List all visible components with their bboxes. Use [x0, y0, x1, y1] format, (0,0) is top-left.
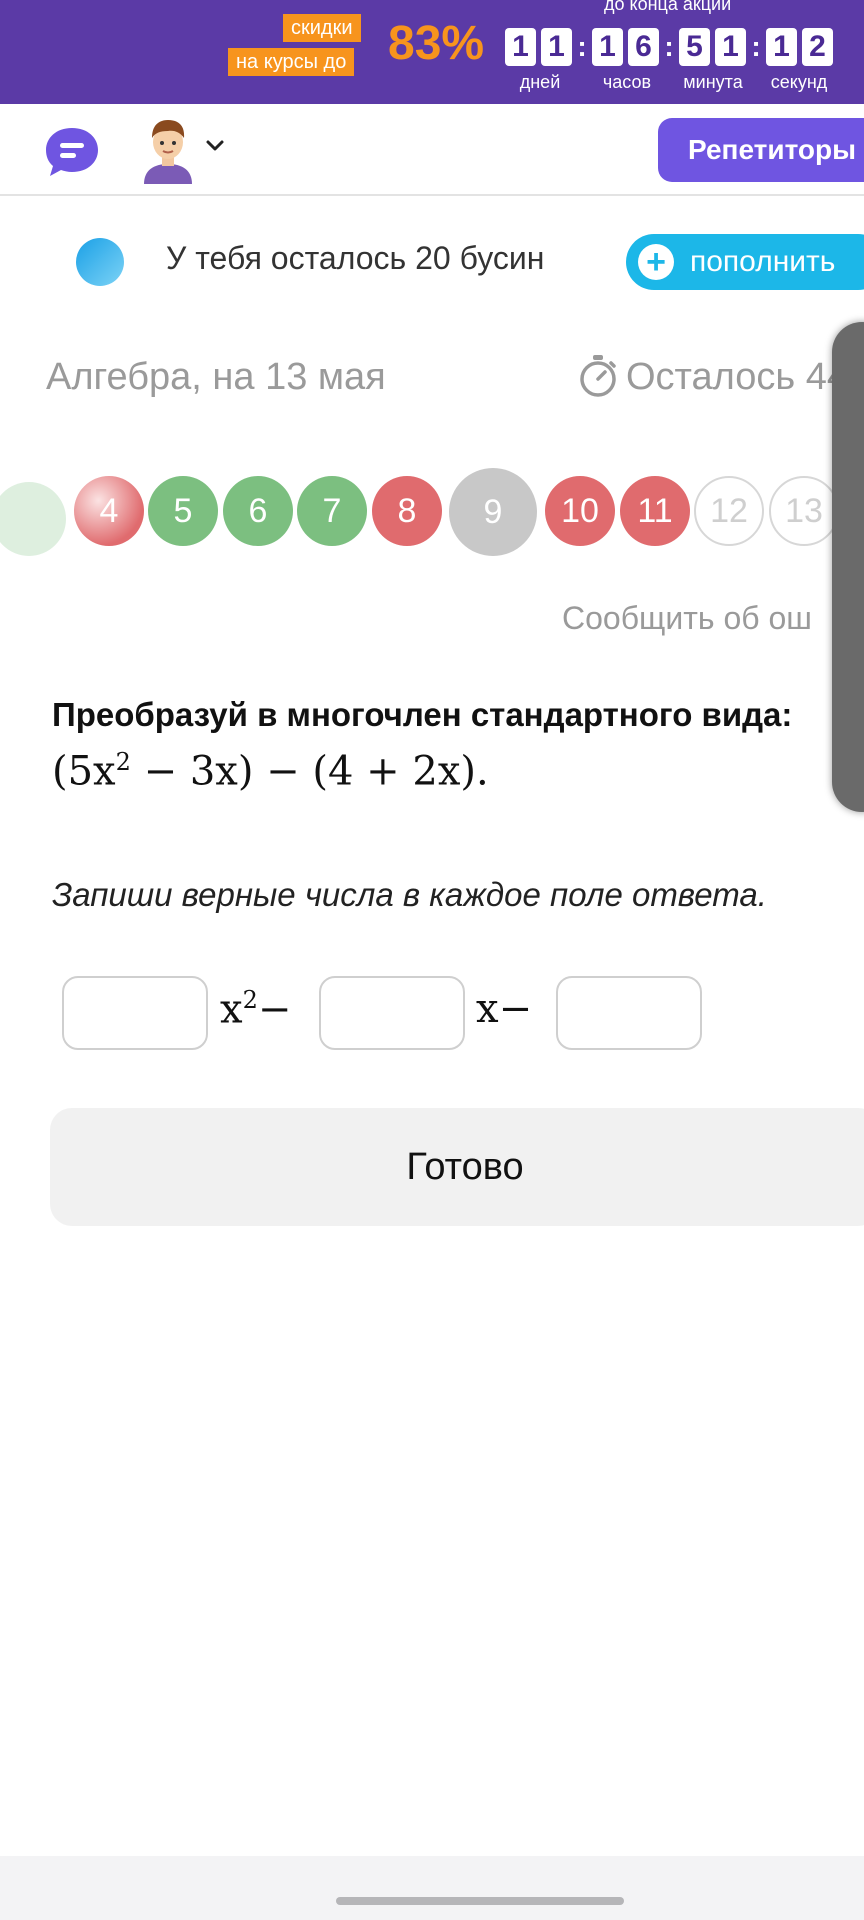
chevron-down-icon[interactable] — [204, 134, 226, 156]
question-circle[interactable]: 10 — [545, 476, 615, 546]
bead-icon — [76, 238, 124, 286]
question-circle[interactable]: 7 — [297, 476, 367, 546]
plus-icon: + — [638, 244, 674, 280]
report-error-link[interactable]: Сообщить об ош — [562, 600, 812, 637]
promo-caption: до конца акции — [604, 0, 732, 14]
side-panel-handle[interactable] — [832, 322, 864, 812]
answer-var: x — [220, 986, 243, 1033]
chat-bubble-icon[interactable] — [44, 126, 100, 178]
app-header: Репетиторы — [0, 104, 864, 196]
timer-label-seconds: секунд — [770, 72, 828, 92]
timer-label-days: дней — [519, 72, 561, 92]
answer-exponent: 2 — [242, 986, 258, 1014]
promo-tag-line2: на курсы до — [228, 48, 355, 76]
system-nav-bar — [0, 1856, 864, 1920]
answer-term-x2: x2− — [220, 986, 291, 1032]
timer-digit: 1 — [592, 28, 623, 66]
user-avatar[interactable] — [140, 116, 196, 184]
timer-separator: : — [751, 31, 761, 62]
lesson-title: Алгебра, на 13 мая — [46, 356, 386, 398]
timer-digit: 1 — [541, 28, 572, 66]
countdown-timer: 1 1 : 1 6 : 5 1 : 1 2 — [505, 28, 838, 66]
timer-separator: : — [664, 31, 674, 62]
question-circle[interactable]: 4 — [74, 476, 144, 546]
question-navigator: 4 5 6 7 8 9 10 11 12 13 — [0, 468, 864, 566]
answer-minus: − — [257, 986, 292, 1033]
timer-label-minutes: минута — [683, 72, 743, 92]
answer-field-1[interactable] — [62, 976, 208, 1050]
stopwatch-icon — [580, 355, 616, 397]
question-circle-current[interactable]: 9 — [449, 468, 537, 556]
timer-digit: 6 — [628, 28, 659, 66]
promo-percent: 83% — [388, 17, 485, 70]
question-circle[interactable]: 11 — [620, 476, 690, 546]
tutors-button[interactable]: Репетиторы — [658, 118, 864, 182]
expr-exponent: 2 — [115, 748, 131, 776]
answer-row: x2− x− — [62, 976, 862, 1050]
expr-part2: − 3x) − (4 + 2x). — [130, 748, 489, 795]
timer-digit: 1 — [766, 28, 797, 66]
beads-balance-text: У тебя осталось 20 бусин — [166, 240, 545, 276]
timer-digit: 2 — [802, 28, 833, 66]
time-remaining: Осталось 44 — [626, 356, 849, 398]
done-button[interactable]: Готово — [50, 1108, 864, 1226]
answer-field-2[interactable] — [319, 976, 465, 1050]
task-instruction: Запиши верные числа в каждое поле ответа… — [52, 876, 767, 913]
home-indicator[interactable] — [336, 1897, 624, 1905]
answer-minus: − — [498, 986, 533, 1032]
refill-button[interactable]: + пополнить — [626, 234, 864, 290]
task-title: Преобразуй в многочлен стандартного вида… — [52, 696, 793, 733]
question-circle[interactable]: 12 — [694, 476, 764, 546]
answer-term-x: x− — [476, 986, 532, 1032]
timer-digit: 1 — [715, 28, 746, 66]
question-circle-partial[interactable] — [0, 482, 66, 556]
timer-digit: 1 — [505, 28, 536, 66]
question-circle[interactable]: 8 — [372, 476, 442, 546]
answer-var: x — [476, 986, 499, 1032]
task-expression: (5x2 − 3x) − (4 + 2x). — [52, 748, 489, 794]
answer-field-3[interactable] — [556, 976, 702, 1050]
timer-separator: : — [577, 31, 587, 62]
refill-label: пополнить — [690, 245, 836, 278]
timer-label-hours: часов — [602, 72, 652, 92]
promo-tag-line1: скидки — [283, 14, 361, 42]
expr-part1: (5x — [52, 748, 116, 795]
timer-digit: 5 — [679, 28, 710, 66]
question-circle[interactable]: 6 — [223, 476, 293, 546]
promo-banner[interactable]: скидки на курсы до 83% до конца акции 1 … — [0, 0, 864, 104]
question-circle[interactable]: 5 — [148, 476, 218, 546]
question-circle[interactable]: 13 — [769, 476, 839, 546]
